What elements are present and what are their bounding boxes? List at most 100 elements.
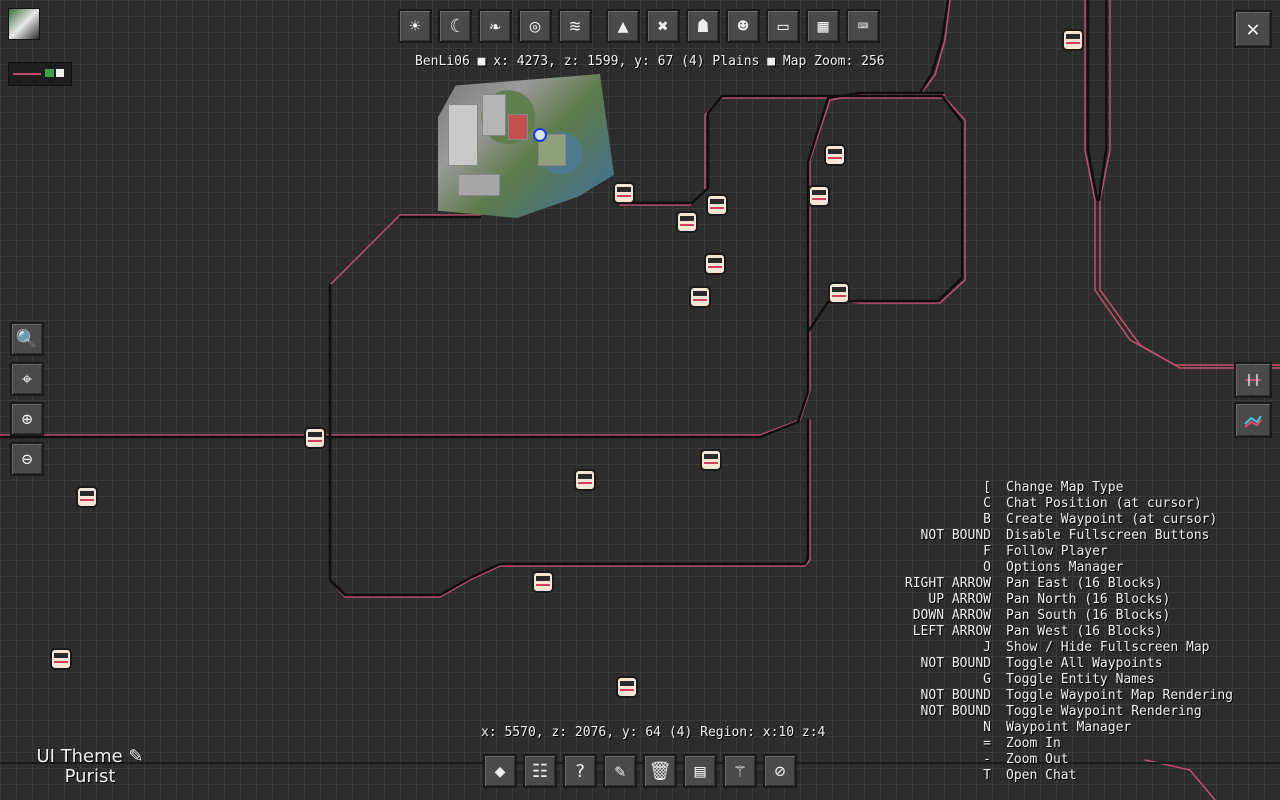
keybind-action: Zoom Out (1006, 752, 1069, 767)
keybind-action: Show / Hide Fullscreen Map (1006, 640, 1210, 655)
save-map-button[interactable]: ▤ (683, 754, 717, 788)
mobs-button[interactable]: ✖ (646, 9, 680, 43)
route-lines-icon (1244, 415, 1262, 428)
keybind-key: LEFT ARROW (912, 624, 991, 639)
player-marker-icon[interactable] (533, 128, 547, 142)
routes-button[interactable] (1234, 402, 1272, 438)
keybind-action: Change Map Type (1006, 480, 1124, 495)
players-icon: ▭ (777, 15, 789, 37)
train-entity-icon (574, 469, 596, 491)
keybind-key: F (983, 544, 991, 559)
keybind-action: Toggle Waypoint Map Rendering (1006, 688, 1233, 703)
night-mode-button[interactable]: ☾ (438, 9, 472, 43)
topo-mode-button[interactable]: ◎ (518, 9, 552, 43)
close-button[interactable]: ✕ (1234, 10, 1272, 48)
players-button[interactable]: ▭ (766, 9, 800, 43)
pets-icon: ☻ (737, 15, 749, 37)
keybind-action: Open Chat (1006, 768, 1077, 783)
keybind-action: Pan East (16 Blocks) (1006, 576, 1163, 591)
ui-theme-label: UI Theme ✎ (36, 746, 144, 767)
keybind-row: DOWN ARROW Pan South (16 Blocks) (880, 608, 1280, 624)
keybind-row: NOT BOUND Toggle Waypoint Map Rendering (880, 688, 1280, 704)
keybind-action: Follow Player (1006, 544, 1108, 559)
zoom-in-button[interactable]: ⊕ (10, 402, 44, 436)
keybind-key: UP ARROW (928, 592, 991, 607)
keybind-row: J Show / Hide Fullscreen Map (880, 640, 1280, 656)
topo-mode-icon: ◎ (529, 15, 541, 37)
keybind-key: DOWN ARROW (912, 608, 991, 623)
keybind-key: - (983, 752, 991, 767)
keybind-row: NOT BOUND Toggle Waypoint Rendering (880, 704, 1280, 720)
keybind-row: [ Change Map Type (880, 480, 1280, 496)
keyboard-button[interactable]: ⌨ (846, 9, 880, 43)
grid-button[interactable]: ▦ (806, 9, 840, 43)
caves-button[interactable]: ▲ (606, 9, 640, 43)
train-entity-icon (704, 253, 726, 275)
train-entity-icon (824, 144, 846, 166)
train-entity-icon (676, 211, 698, 233)
train-entity-icon (689, 286, 711, 308)
keybind-row: O Options Manager (880, 560, 1280, 576)
keybind-key: [ (983, 480, 991, 495)
keybind-action: Toggle Entity Names (1006, 672, 1155, 687)
keybind-action: Options Manager (1006, 560, 1124, 575)
cursor-coordinates: x: 5570, z: 2076, y: 64 (4) Region: x:10… (481, 725, 826, 740)
night-mode-icon: ☾ (449, 15, 461, 37)
keybind-action: Disable Fullscreen Buttons (1006, 528, 1210, 543)
rail-network-button[interactable] (1234, 362, 1272, 398)
keybind-action: Pan West (16 Blocks) (1006, 624, 1163, 639)
biome-mode-button[interactable]: ❧ (478, 9, 512, 43)
biome-mode-icon: ❧ (489, 15, 501, 37)
delete-button[interactable]: 🗑 (643, 754, 677, 788)
train-entity-icon (76, 486, 98, 508)
keybind-key: T (983, 768, 991, 783)
villagers-button[interactable]: ☗ (686, 9, 720, 43)
keybind-row: G Toggle Entity Names (880, 672, 1280, 688)
keybind-key: G (983, 672, 991, 687)
villagers-icon: ☗ (697, 15, 709, 37)
pets-button[interactable]: ☻ (726, 9, 760, 43)
keybind-action: Pan North (16 Blocks) (1006, 592, 1171, 607)
train-entity-icon (706, 194, 728, 216)
waypoint-button[interactable]: ◆ (483, 754, 517, 788)
day-mode-icon: ☀ (409, 15, 421, 37)
keybind-key: RIGHT ARROW (904, 576, 991, 591)
keybind-action: Zoom In (1006, 736, 1061, 751)
keybind-action: Create Waypoint (at cursor) (1006, 512, 1218, 527)
keybind-key: O (983, 560, 991, 575)
day-mode-button[interactable]: ☀ (398, 9, 432, 43)
mobs-icon: ✖ (657, 15, 669, 37)
keybind-key: NOT BOUND (920, 656, 991, 671)
help-icon: ? (574, 760, 586, 782)
search-button[interactable]: 🔍 (10, 322, 44, 356)
delete-icon: 🗑 (648, 760, 672, 782)
options-button[interactable]: ☷ (523, 754, 557, 788)
caves-icon: ▲ (617, 15, 629, 37)
train-entity-icon (613, 182, 635, 204)
disable-icon: ⊘ (774, 760, 786, 782)
keybind-key: N (983, 720, 991, 735)
keybind-key: C (983, 496, 991, 511)
rail-legend-icon[interactable] (8, 62, 72, 86)
ui-theme-selector[interactable]: UI Theme ✎ Purist (20, 747, 160, 787)
keybind-key: B (983, 512, 991, 527)
waypoint-icon: ◆ (494, 760, 506, 782)
player-status: BenLi06 ■ x: 4273, z: 1599, y: 67 (4) Pl… (415, 54, 885, 69)
keybind-row: UP ARROW Pan North (16 Blocks) (880, 592, 1280, 608)
theme-palette-button[interactable]: ✎ (603, 754, 637, 788)
disable-button[interactable]: ⊘ (763, 754, 797, 788)
keybind-row: NOT BOUND Toggle All Waypoints (880, 656, 1280, 672)
keybind-key: J (983, 640, 991, 655)
wand-icon: ⚚ (734, 760, 746, 782)
zoom-out-button[interactable]: ⊖ (10, 442, 44, 476)
train-entity-icon (532, 571, 554, 593)
keybind-row: T Open Chat (880, 768, 1280, 784)
wand-button[interactable]: ⚚ (723, 754, 757, 788)
keyboard-icon: ⌨ (857, 15, 869, 37)
zoom-in-icon: ⊕ (21, 408, 33, 430)
layers-button[interactable]: ≋ (558, 9, 592, 43)
keybind-row: LEFT ARROW Pan West (16 Blocks) (880, 624, 1280, 640)
help-button[interactable]: ? (563, 754, 597, 788)
save-map-icon: ▤ (694, 760, 706, 782)
center-on-player-button[interactable]: ⌖ (10, 362, 44, 396)
